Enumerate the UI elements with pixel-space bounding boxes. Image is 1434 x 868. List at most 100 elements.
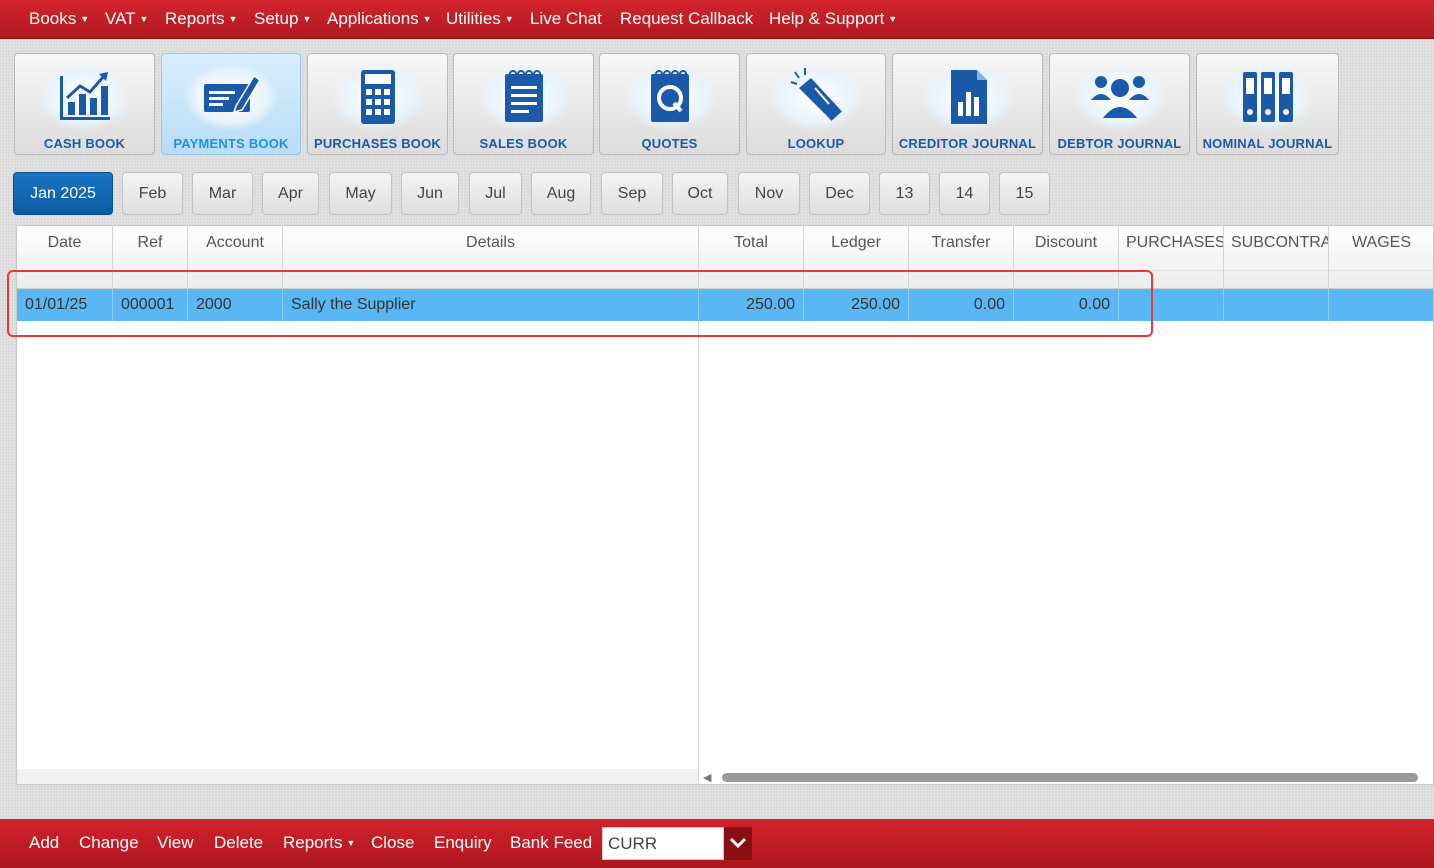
toolbar-label: NOMINAL JOURNAL — [1202, 136, 1333, 151]
cell-date: 01/01/25 — [17, 289, 113, 321]
period-tab-nov[interactable]: Nov — [738, 172, 800, 215]
caret-down-icon: ▼ — [228, 14, 238, 24]
period-tab-jul[interactable]: Jul — [469, 172, 522, 215]
toolbar-purchases-book[interactable]: PURCHASES BOOK — [307, 53, 448, 155]
delete-button[interactable]: Delete — [214, 819, 263, 868]
menu-utilities[interactable]: Utilities ▼ — [446, 0, 514, 38]
column-header-discount[interactable]: Discount — [1014, 226, 1119, 289]
cell-transfer: 0.00 — [909, 289, 1014, 321]
reports-dropdown-button[interactable]: Reports ▼ — [283, 819, 355, 868]
column-header-ref[interactable]: Ref — [113, 226, 188, 289]
top-menu-bar: Books ▼ VAT ▼ Reports ▼ Setup ▼ Applications… — [0, 0, 1434, 39]
period-tab-14[interactable]: 14 — [939, 172, 990, 215]
toolbar-payments-book[interactable]: PAYMENTS BOOK — [161, 53, 301, 155]
add-button[interactable]: Add — [29, 819, 59, 868]
currency-dropdown-button[interactable] — [724, 827, 752, 860]
cash-book-chart-icon — [59, 72, 110, 120]
transactions-grid: Date Ref Account Details Total Ledger Tr… — [16, 225, 1434, 785]
column-header-subcontra[interactable]: SUBCONTRA — [1224, 226, 1329, 289]
period-tab-oct[interactable]: Oct — [672, 172, 728, 215]
debtor-journal-people-icon — [1090, 76, 1149, 118]
nominal-journal-binders-icon — [1242, 72, 1293, 122]
toolbar-debtor-journal[interactable]: DEBTOR JOURNAL — [1049, 53, 1190, 155]
cell-total: 250.00 — [699, 289, 804, 321]
toolbar-nominal-journal[interactable]: NOMINAL JOURNAL — [1196, 53, 1339, 155]
column-header-total[interactable]: Total — [699, 226, 804, 289]
cell-discount: 0.00 — [1014, 289, 1119, 321]
bottom-action-bar: Add Change View Delete Reports ▼ Close En… — [0, 819, 1434, 868]
currency-select-input[interactable] — [602, 827, 724, 860]
period-tab-may[interactable]: May — [329, 172, 392, 215]
sales-book-notepad-icon — [504, 70, 543, 122]
column-header-purchases[interactable]: PURCHASES — [1119, 226, 1224, 289]
horizontal-scrollbar-thumb[interactable] — [722, 773, 1418, 782]
table-row-selected[interactable]: 01/01/25 000001 2000 Sally the Supplier … — [17, 289, 1433, 321]
menu-help-support[interactable]: Help & Support ▼ — [769, 0, 897, 38]
period-tab-dec[interactable]: Dec — [809, 172, 870, 215]
cell-wages — [1329, 289, 1433, 321]
menu-books[interactable]: Books ▼ — [29, 0, 89, 38]
creditor-journal-document-icon — [950, 70, 987, 124]
cell-purchases — [1119, 289, 1224, 321]
cell-ledger: 250.00 — [804, 289, 909, 321]
period-tab-jan-2025[interactable]: Jan 2025 — [13, 172, 113, 215]
period-tab-aug[interactable]: Aug — [531, 172, 591, 215]
toolbar-label: PURCHASES BOOK — [313, 136, 442, 151]
scroll-left-arrow-icon[interactable]: ◀ — [703, 771, 711, 784]
lookup-flashlight-icon — [790, 68, 842, 121]
column-header-ledger[interactable]: Ledger — [804, 226, 909, 289]
cell-subcontra — [1224, 289, 1329, 321]
period-tab-13[interactable]: 13 — [879, 172, 930, 215]
cell-account: 2000 — [188, 289, 283, 321]
column-header-transfer[interactable]: Transfer — [909, 226, 1014, 289]
column-header-details[interactable]: Details — [283, 226, 699, 289]
caret-down-icon: ▼ — [888, 14, 898, 24]
change-button[interactable]: Change — [79, 819, 139, 868]
frozen-column-divider — [698, 321, 699, 784]
close-button[interactable]: Close — [371, 819, 414, 868]
toolbar-label: PAYMENTS BOOK — [173, 136, 289, 151]
caret-down-icon: ▼ — [80, 14, 90, 24]
toolbar-label: CASH BOOK — [43, 136, 126, 151]
toolbar-label: CREDITOR JOURNAL — [898, 136, 1037, 151]
caret-down-icon: ▼ — [422, 14, 432, 24]
caret-down-icon: ▼ — [346, 838, 356, 848]
payments-book-cheque-icon — [204, 74, 262, 114]
column-header-date[interactable]: Date — [17, 226, 113, 289]
cell-ref: 000001 — [113, 289, 188, 321]
toolbar-quotes[interactable]: QUOTES — [599, 53, 740, 155]
bank-feed-button[interactable]: Bank Feed — [510, 819, 592, 868]
purchases-book-calculator-icon — [360, 70, 395, 124]
toolbar-lookup[interactable]: LOOKUP — [746, 53, 886, 155]
column-header-wages[interactable]: WAGES — [1329, 226, 1433, 289]
toolbar-label: QUOTES — [641, 136, 698, 151]
period-tab-jun[interactable]: Jun — [401, 172, 459, 215]
toolbar-cash-book[interactable]: CASH BOOK — [14, 53, 155, 155]
toolbar-creditor-journal[interactable]: CREDITOR JOURNAL — [892, 53, 1043, 155]
caret-down-icon: ▼ — [302, 14, 312, 24]
period-tab-feb[interactable]: Feb — [122, 172, 183, 215]
toolbar-label: LOOKUP — [787, 136, 845, 151]
horizontal-scrollbar-track-left — [17, 769, 698, 784]
toolbar-label: SALES BOOK — [479, 136, 568, 151]
view-button[interactable]: View — [157, 819, 194, 868]
toolbar-sales-book[interactable]: SALES BOOK — [453, 53, 594, 155]
caret-down-icon: ▼ — [504, 14, 514, 24]
enquiry-button[interactable]: Enquiry — [434, 819, 492, 868]
quotes-notepad-icon — [650, 70, 689, 122]
menu-request-callback[interactable]: Request Callback — [620, 0, 753, 38]
menu-reports[interactable]: Reports ▼ — [165, 0, 237, 38]
toolbar-label: DEBTOR JOURNAL — [1057, 136, 1182, 151]
cell-details: Sally the Supplier — [283, 289, 699, 321]
period-tab-15[interactable]: 15 — [999, 172, 1050, 215]
column-header-account[interactable]: Account — [188, 226, 283, 289]
menu-setup[interactable]: Setup ▼ — [254, 0, 311, 38]
menu-live-chat[interactable]: Live Chat — [530, 0, 602, 38]
chevron-down-icon — [729, 837, 747, 849]
caret-down-icon: ▼ — [139, 14, 149, 24]
menu-vat[interactable]: VAT ▼ — [105, 0, 148, 38]
menu-applications[interactable]: Applications ▼ — [327, 0, 432, 38]
period-tab-apr[interactable]: Apr — [262, 172, 319, 215]
period-tab-sep[interactable]: Sep — [601, 172, 663, 215]
period-tab-mar[interactable]: Mar — [192, 172, 253, 215]
